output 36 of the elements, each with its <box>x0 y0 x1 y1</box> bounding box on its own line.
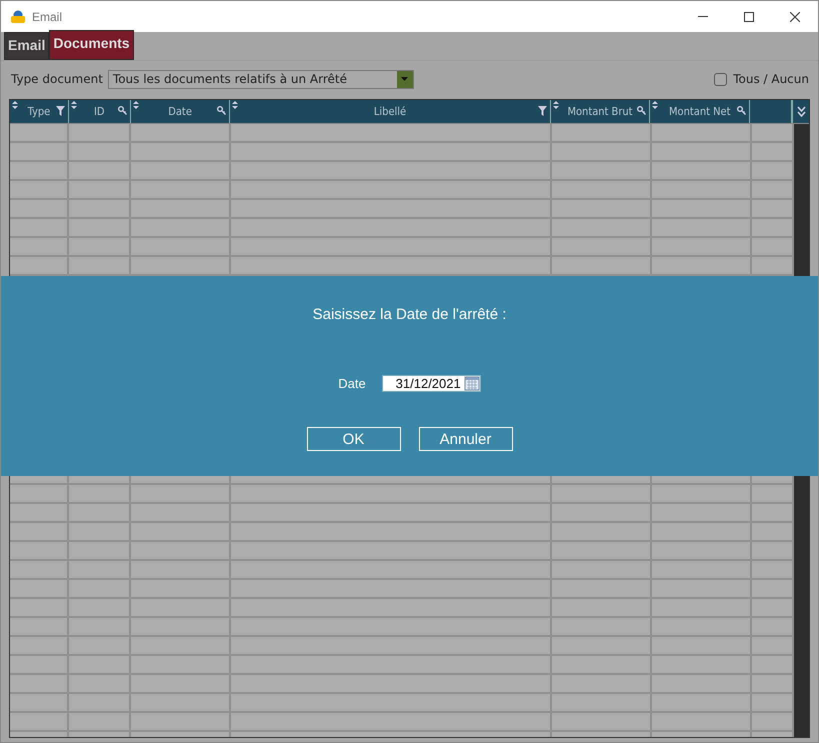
close-icon[interactable] <box>790 12 800 22</box>
sort-icon[interactable] <box>652 101 658 109</box>
document-type-dropdown[interactable]: Tous les documents relatifs à un Arrêté <box>108 70 414 88</box>
filter-label: Type document <box>11 72 103 86</box>
key-icon[interactable] <box>217 106 226 115</box>
maximize-icon[interactable] <box>744 12 754 22</box>
app-icon <box>10 10 26 24</box>
sort-icon[interactable] <box>12 101 18 109</box>
dialog-prompt: Saisissez la Date de l'arrêté : <box>312 306 506 323</box>
key-icon[interactable] <box>737 106 746 115</box>
expand-icon[interactable] <box>796 106 806 118</box>
checkbox-label: Tous / Aucun <box>733 72 809 86</box>
dropdown-arrow-icon <box>401 77 408 81</box>
tab[interactable]: Documents <box>49 30 134 60</box>
dialog-button[interactable]: Annuler <box>418 427 512 451</box>
sort-icon[interactable] <box>70 101 77 109</box>
sort-icon[interactable] <box>552 101 559 109</box>
sort-icon[interactable] <box>132 101 139 109</box>
key-icon[interactable] <box>118 106 127 115</box>
column-header[interactable]: Montant Brut <box>550 100 650 123</box>
column-header[interactable]: Montant Net <box>650 100 750 123</box>
column-header[interactable]: Type <box>10 100 69 123</box>
column-header[interactable]: ID <box>68 100 131 123</box>
dialog-button[interactable]: OK <box>306 427 400 451</box>
filter-icon[interactable] <box>56 106 65 116</box>
filter-icon[interactable] <box>538 106 547 116</box>
column-header[interactable]: Date <box>130 100 230 123</box>
sort-icon[interactable] <box>232 101 238 109</box>
column-header[interactable]: Libellé <box>230 100 551 123</box>
checkbox[interactable] <box>714 72 728 86</box>
key-icon[interactable] <box>637 106 646 115</box>
tab[interactable]: Email <box>4 32 50 60</box>
calendar-icon[interactable] <box>464 376 480 391</box>
window-title: Email <box>32 10 62 24</box>
date-label: Date <box>338 376 366 391</box>
date-field[interactable]: 31/12/2021 <box>382 375 481 392</box>
